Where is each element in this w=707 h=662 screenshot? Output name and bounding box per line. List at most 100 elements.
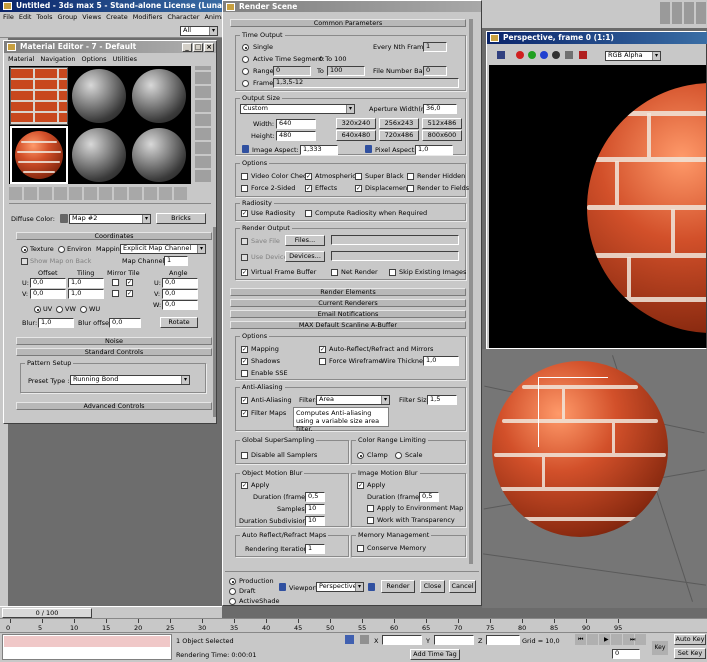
samples-field[interactable]: 10 <box>305 504 325 514</box>
rollout-advanced-controls[interactable]: Advanced Controls <box>16 402 212 410</box>
close-button[interactable]: × <box>204 43 214 52</box>
net-render-checkbox[interactable] <box>331 269 338 276</box>
u-angle-field[interactable]: 0,0 <box>162 278 198 288</box>
x-field[interactable] <box>382 635 422 645</box>
u-mirror-checkbox[interactable] <box>112 279 119 286</box>
rollout-noise[interactable]: Noise <box>16 337 212 345</box>
draft-radio[interactable] <box>229 588 236 595</box>
cancel-button[interactable]: Cancel <box>449 580 476 593</box>
active-segment-radio[interactable] <box>242 56 249 63</box>
lock-selection-icon[interactable] <box>345 635 354 644</box>
viewport-dropdown[interactable]: Perspective <box>316 582 364 592</box>
environ-radio[interactable] <box>58 246 65 253</box>
use-device-checkbox[interactable] <box>241 254 248 261</box>
current-frame-field[interactable]: 0 <box>612 649 640 659</box>
blur-field[interactable]: 1,0 <box>38 318 74 328</box>
rollout-current-renderers[interactable]: Current Renderers <box>230 299 466 307</box>
v-offset-field[interactable]: 0,0 <box>30 289 66 299</box>
wu-radio[interactable] <box>80 306 87 313</box>
selection-filter-dropdown[interactable]: All <box>180 26 218 36</box>
render-button[interactable]: Render <box>381 580 415 593</box>
object-blur-duration-field[interactable]: 0,5 <box>305 492 325 502</box>
auto-key-button[interactable]: Auto Key <box>674 634 706 645</box>
rollout-email-notifications[interactable]: Email Notifications <box>230 310 466 318</box>
image-blur-duration-field[interactable]: 0,5 <box>419 492 439 502</box>
viewport-lock-icon[interactable] <box>279 583 286 591</box>
disable-samplers-checkbox[interactable] <box>241 452 248 459</box>
option-checkbox[interactable]: ✓ <box>305 173 312 180</box>
conserve-memory-checkbox[interactable] <box>357 545 364 552</box>
menu-item[interactable]: Modifiers <box>133 13 163 21</box>
goto-start-icon[interactable]: ⏮ <box>578 636 586 643</box>
option-checkbox[interactable] <box>407 173 414 180</box>
wire-thickness-field[interactable]: 1,0 <box>423 356 459 366</box>
render-scrollbar[interactable] <box>469 19 473 564</box>
pixel-aspect-field[interactable]: 1,0 <box>415 145 453 155</box>
render-lock-icon[interactable] <box>368 583 375 591</box>
preset-800x600-button[interactable]: 800x600 <box>422 130 462 141</box>
key-icon[interactable]: Key <box>652 641 668 655</box>
close-render-button[interactable]: Close <box>420 580 445 593</box>
eyedropper-icon[interactable] <box>60 214 68 223</box>
clamp-radio[interactable] <box>357 452 364 459</box>
output-size-preset-dropdown[interactable]: Custom <box>240 104 355 114</box>
rollout-standard-controls[interactable]: Standard Controls <box>16 348 212 356</box>
mapping-dropdown[interactable]: Explicit Map Channel <box>120 244 206 254</box>
menu-item[interactable]: Utilities <box>113 55 137 63</box>
set-key-button[interactable]: Set Key <box>674 648 706 659</box>
preset-720x486-button[interactable]: 720x486 <box>379 130 419 141</box>
v-mirror-checkbox[interactable] <box>112 290 119 297</box>
force-wireframe-checkbox[interactable] <box>319 358 326 365</box>
texture-radio[interactable] <box>21 246 28 253</box>
u-tile-checkbox[interactable]: ✓ <box>126 279 133 286</box>
add-time-tag-button[interactable]: Add Time Tag <box>410 649 460 660</box>
sample-slot-2[interactable] <box>70 67 128 125</box>
w-angle-field[interactable]: 0,0 <box>162 300 198 310</box>
green-channel-icon[interactable] <box>528 51 536 59</box>
show-map-on-back-checkbox[interactable] <box>21 258 28 265</box>
absolute-mode-icon[interactable] <box>360 635 369 644</box>
auto-reflect-checkbox[interactable]: ✓ <box>319 346 326 353</box>
preset-640x480-button[interactable]: 640x480 <box>336 130 376 141</box>
preset-512x486-button[interactable]: 512x486 <box>422 118 462 129</box>
image-aspect-field[interactable]: 1,333 <box>300 145 338 155</box>
mapping-checkbox[interactable]: ✓ <box>241 346 248 353</box>
sample-slot-6[interactable] <box>130 126 188 184</box>
virtual-frame-buffer-checkbox[interactable]: ✓ <box>241 269 248 276</box>
menu-item[interactable]: File <box>3 13 14 21</box>
image-blur-apply-checkbox[interactable]: ✓ <box>357 482 364 489</box>
trackbar-ruler[interactable]: 0 5 10 15 20 25 30 35 40 45 50 55 60 65 70 75 80 85 90 95 <box>0 618 707 632</box>
filter-size-field[interactable]: 1,5 <box>427 395 457 405</box>
frames-radio[interactable] <box>242 80 249 87</box>
rollout-scanline[interactable]: MAX Default Scanline A-Buffer <box>230 321 466 329</box>
sample-slot-3[interactable] <box>130 67 188 125</box>
maxscript-listener-pink[interactable] <box>4 636 170 647</box>
work-transparency-checkbox[interactable] <box>367 517 374 524</box>
alpha-channel-icon[interactable] <box>552 51 560 59</box>
map-name-field[interactable]: Map #2 <box>69 214 151 224</box>
rollout-render-elements[interactable]: Render Elements <box>230 288 466 296</box>
filter-dropdown[interactable]: Area <box>316 395 390 405</box>
preset-320x240-button[interactable]: 320x240 <box>336 118 376 129</box>
u-offset-field[interactable]: 0,0 <box>30 278 66 288</box>
option-checkbox[interactable] <box>241 185 248 192</box>
y-field[interactable] <box>434 635 474 645</box>
activeshade-radio[interactable] <box>229 598 236 605</box>
sample-slot-brick[interactable] <box>10 67 68 125</box>
anti-aliasing-checkbox[interactable]: ✓ <box>241 397 248 404</box>
sample-slot-active[interactable] <box>10 126 68 184</box>
iterations-field[interactable]: 1 <box>305 544 325 554</box>
single-radio[interactable] <box>242 44 249 51</box>
time-slider-thumb[interactable]: 0 / 100 <box>2 608 92 618</box>
map-channel-field[interactable]: 1 <box>164 256 188 266</box>
apply-env-checkbox[interactable] <box>367 505 374 512</box>
compute-radiosity-checkbox[interactable] <box>305 210 312 217</box>
maximize-button[interactable]: □ <box>193 43 203 52</box>
pixel-lock-icon[interactable] <box>365 145 372 153</box>
menu-item[interactable]: Character <box>167 13 199 21</box>
option-checkbox[interactable] <box>407 185 414 192</box>
production-radio[interactable] <box>229 578 236 585</box>
range-to-field[interactable]: 100 <box>327 66 365 76</box>
menu-item[interactable]: Options <box>81 55 106 63</box>
frames-field[interactable]: 1,3,5-12 <box>273 78 459 88</box>
